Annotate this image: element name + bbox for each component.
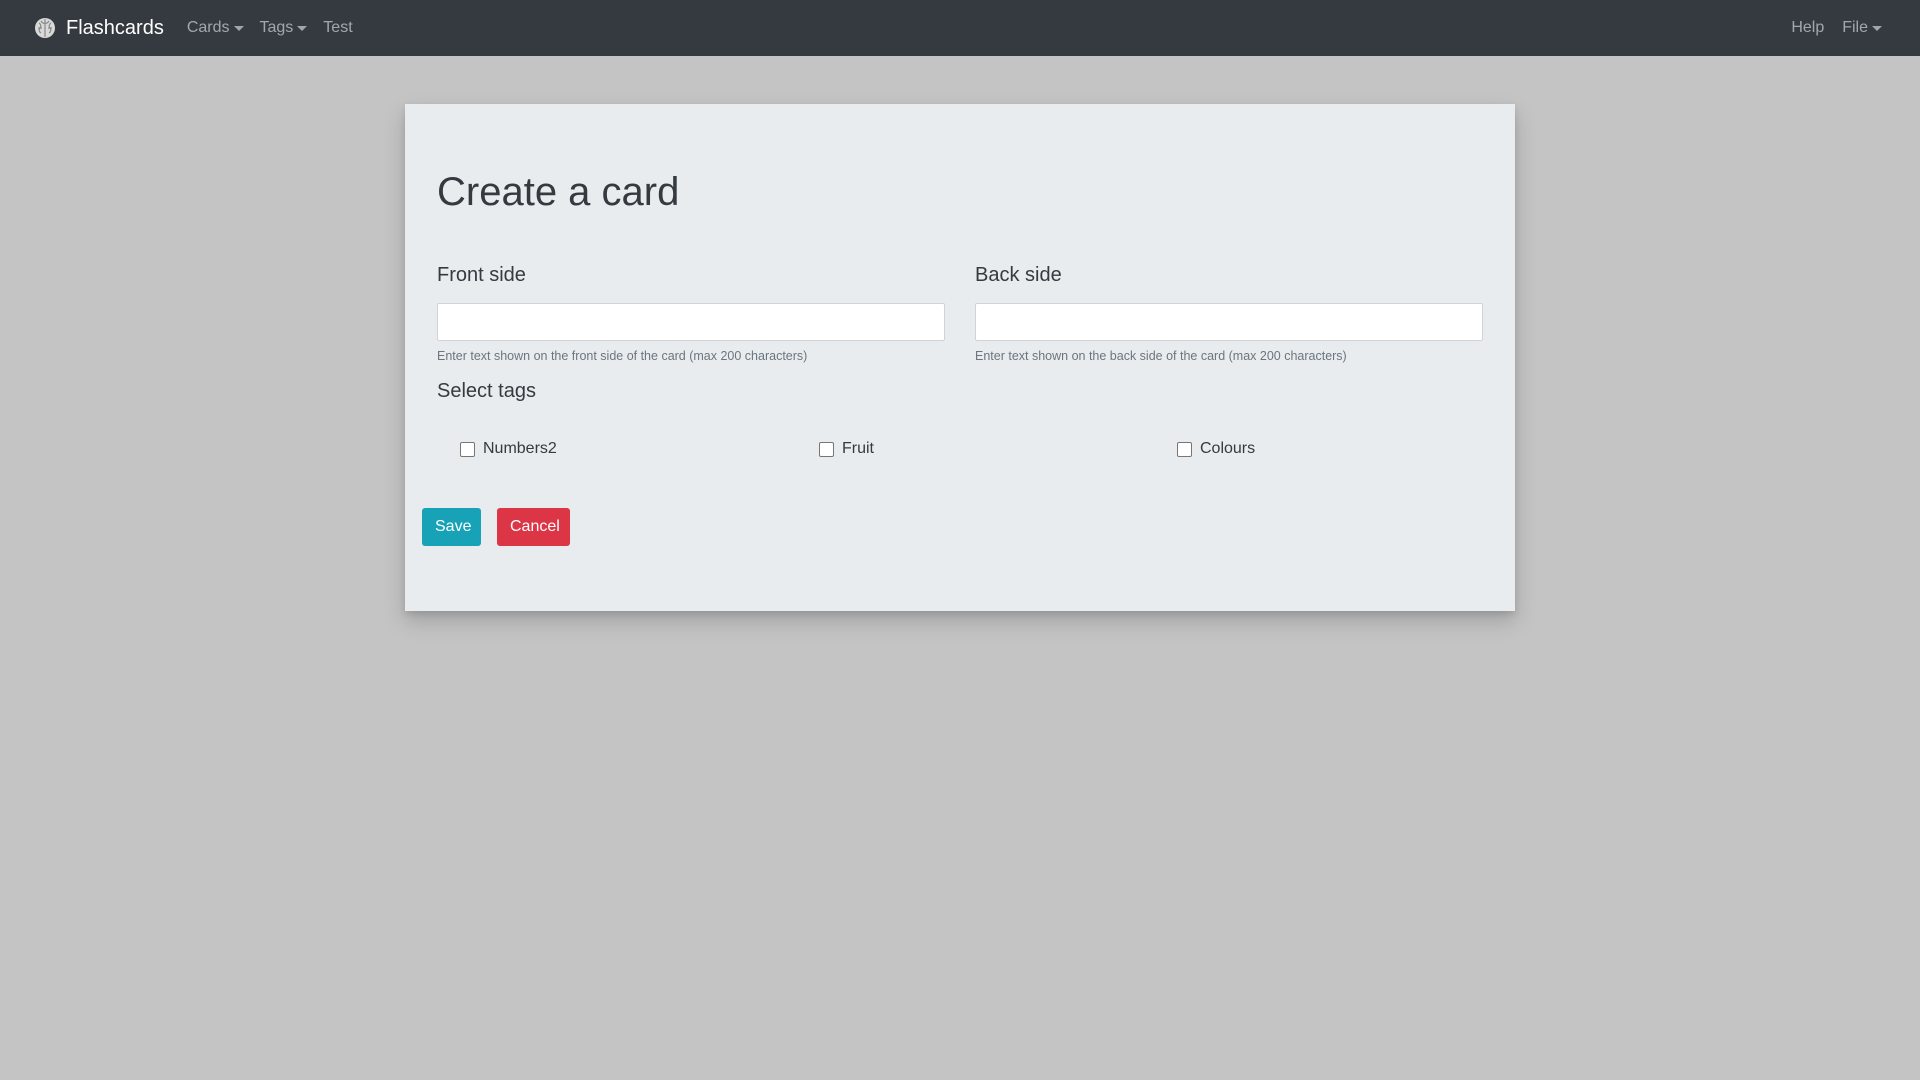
tag-option-fruit[interactable]: Fruit xyxy=(819,440,874,458)
nav-help-label: Help xyxy=(1791,19,1825,36)
top-navbar: Flashcards Cards Tags Test Help File xyxy=(0,0,1920,56)
nav-tags-dropdown[interactable]: Tags xyxy=(260,19,308,37)
front-side-label: Front side xyxy=(437,264,526,286)
nav-file-label: File xyxy=(1842,19,1868,36)
brain-icon xyxy=(35,18,55,38)
tag-option-numbers2[interactable]: Numbers2 xyxy=(460,440,557,458)
page-title: Create a card xyxy=(437,170,680,214)
nav-cards-label: Cards xyxy=(186,19,230,36)
save-button[interactable]: Save xyxy=(422,508,481,546)
back-side-help: Enter text shown on the back side of the… xyxy=(975,349,1347,363)
nav-file-dropdown[interactable]: File xyxy=(1842,19,1882,37)
brand-label: Flashcards xyxy=(66,16,164,39)
front-side-help: Enter text shown on the front side of th… xyxy=(437,349,808,363)
nav-cards-dropdown[interactable]: Cards xyxy=(187,19,244,37)
tag-label-fruit: Fruit xyxy=(842,440,874,457)
nav-right: Help File xyxy=(1773,0,1882,56)
front-side-group: Front side Enter text shown on the front… xyxy=(437,264,945,363)
caret-down-icon xyxy=(297,25,308,31)
create-card-panel: Create a card Front side Enter text show… xyxy=(405,104,1515,611)
nav-test-label: Test xyxy=(323,19,353,36)
caret-down-icon xyxy=(1872,25,1882,31)
nav-left: Cards Tags Test xyxy=(187,19,369,37)
tag-label-colours: Colours xyxy=(1200,440,1256,457)
nav-help-link[interactable]: Help xyxy=(1791,19,1824,37)
tag-checkbox-fruit[interactable] xyxy=(819,441,834,457)
select-tags-label: Select tags xyxy=(437,380,536,402)
cancel-button[interactable]: Cancel xyxy=(497,508,570,546)
tags-list: Numbers2 Fruit Colours xyxy=(460,440,1460,464)
tag-label-numbers2: Numbers2 xyxy=(483,440,557,457)
tag-option-colours[interactable]: Colours xyxy=(1177,440,1255,458)
back-side-input[interactable] xyxy=(975,303,1483,341)
caret-down-icon xyxy=(233,25,244,31)
tag-checkbox-colours[interactable] xyxy=(1177,441,1192,457)
front-side-input[interactable] xyxy=(437,303,945,341)
brand-link[interactable]: Flashcards xyxy=(34,17,164,40)
nav-tags-label: Tags xyxy=(259,19,294,36)
tag-checkbox-numbers2[interactable] xyxy=(460,441,475,457)
back-side-group: Back side Enter text shown on the back s… xyxy=(975,264,1483,363)
back-side-label: Back side xyxy=(975,264,1062,286)
nav-test-link[interactable]: Test xyxy=(323,19,352,37)
